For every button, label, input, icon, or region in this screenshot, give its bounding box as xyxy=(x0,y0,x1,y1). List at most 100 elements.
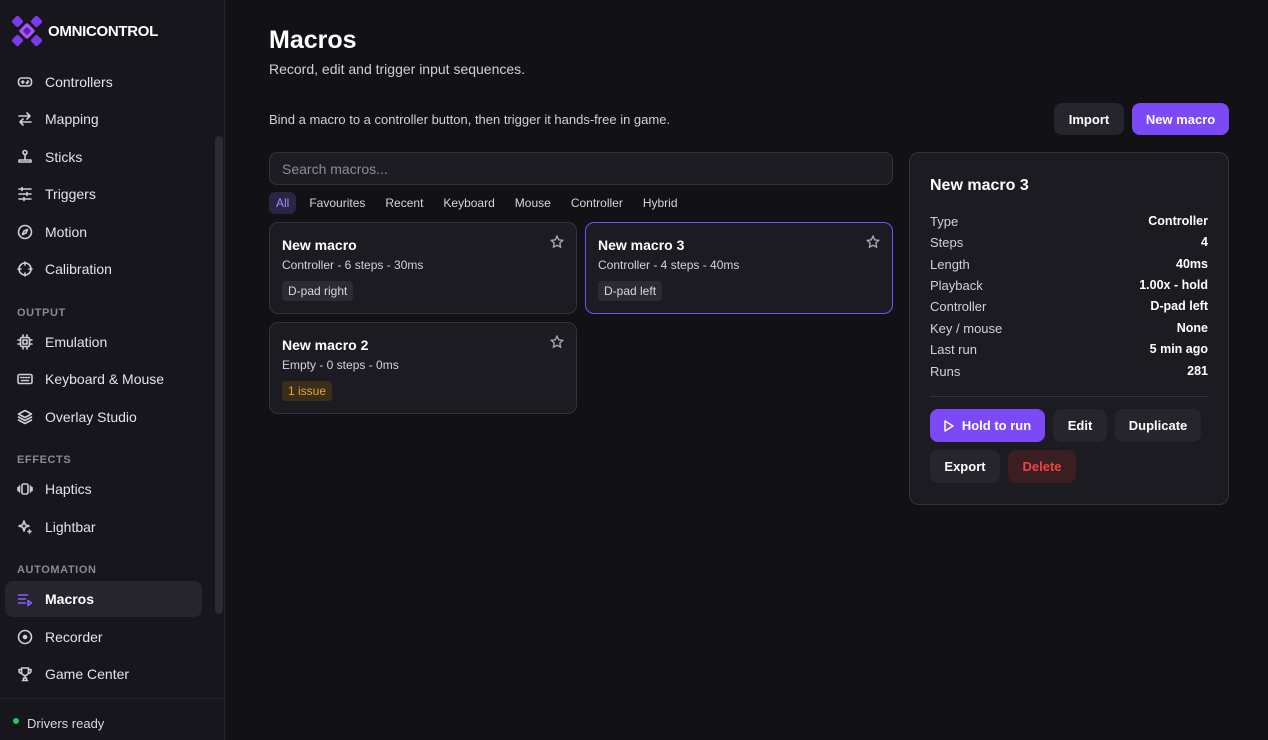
sidebar-item-label: Recorder xyxy=(45,629,103,645)
detail-value: 5 min ago xyxy=(1149,342,1208,356)
sidebar-item-label: Macros xyxy=(45,591,95,607)
sidebar-item-mapping[interactable]: Mapping xyxy=(5,101,202,137)
detail-row-length: Length 40ms xyxy=(930,257,1208,275)
section-automation-label: AUTOMATION xyxy=(17,564,97,576)
detail-key: Steps xyxy=(930,235,964,250)
gamepad-icon xyxy=(17,74,33,90)
sidebar-item-lightbar[interactable]: Lightbar xyxy=(5,509,202,545)
sidebar-item-label: Sticks xyxy=(45,149,83,165)
sparkle-icon xyxy=(17,519,33,535)
hold-to-run-button[interactable]: Hold to run xyxy=(930,409,1045,442)
detail-row-key-mouse: Key / mouse None xyxy=(930,321,1208,339)
sidebar: OMNICONTROL Controllers Mapping Sticks T… xyxy=(0,0,225,740)
detail-row-playback: Playback 1.00x - hold xyxy=(930,278,1208,296)
filter-tabs: All Favourites Recent Keyboard Mouse Con… xyxy=(269,192,691,214)
sidebar-item-label: Calibration xyxy=(45,261,112,277)
macro-card-meta: Controller - 4 steps - 40ms xyxy=(598,258,740,272)
detail-row-controller: Controller D-pad left xyxy=(930,299,1208,317)
detail-key: Last run xyxy=(930,342,977,357)
detail-key: Length xyxy=(930,257,970,272)
detail-key: Type xyxy=(930,214,959,229)
sidebar-item-haptics[interactable]: Haptics xyxy=(5,471,202,507)
star-icon[interactable] xyxy=(549,334,565,349)
new-macro-button[interactable]: New macro xyxy=(1132,103,1229,135)
delete-button[interactable]: Delete xyxy=(1008,450,1076,483)
detail-value: None xyxy=(1176,321,1208,335)
vibrate-icon xyxy=(17,481,33,497)
layers-icon xyxy=(17,409,33,425)
sidebar-footer: Drivers ready xyxy=(0,698,225,740)
sidebar-item-game-center[interactable]: Game Center xyxy=(5,656,202,692)
macro-card-meta: Empty - 0 steps - 0ms xyxy=(282,358,399,372)
macro-card[interactable]: New macro 2 Empty - 0 steps - 0ms 1 issu… xyxy=(269,322,577,414)
detail-title: New macro 3 xyxy=(930,177,1029,194)
macro-card-meta: Controller - 6 steps - 30ms xyxy=(282,258,424,272)
duplicate-button[interactable]: Duplicate xyxy=(1115,409,1201,442)
macro-card-issue-badge: 1 issue xyxy=(282,381,333,401)
filter-all[interactable]: All xyxy=(269,192,297,214)
filter-mouse[interactable]: Mouse xyxy=(508,192,558,214)
sidebar-item-label: Triggers xyxy=(45,186,96,202)
page-title: Macros xyxy=(269,26,357,54)
trophy-icon xyxy=(17,666,33,682)
sidebar-item-controllers[interactable]: Controllers xyxy=(5,64,202,100)
detail-value: 4 xyxy=(1201,235,1208,249)
detail-value: 40ms xyxy=(1176,257,1208,271)
omnicontrol-logo-icon xyxy=(12,16,42,46)
macro-card-binding-tag: D-pad left xyxy=(598,281,663,301)
sidebar-item-recorder[interactable]: Recorder xyxy=(5,619,202,655)
sidebar-item-label: Overlay Studio xyxy=(45,409,137,425)
detail-value: 1.00x - hold xyxy=(1139,278,1208,292)
macro-card[interactable]: New macro 3 Controller - 4 steps - 40ms … xyxy=(585,222,893,314)
filter-hybrid[interactable]: Hybrid xyxy=(636,192,685,214)
edit-button[interactable]: Edit xyxy=(1053,409,1107,442)
macro-card-title: New macro 2 xyxy=(282,337,369,353)
sidebar-item-label: Emulation xyxy=(45,334,108,350)
sidebar-item-calibration[interactable]: Calibration xyxy=(5,251,202,287)
app-logo[interactable]: OMNICONTROL xyxy=(12,16,158,46)
joystick-icon xyxy=(17,149,33,165)
status-dot-icon xyxy=(13,718,19,724)
detail-key: Runs xyxy=(930,364,961,379)
sidebar-item-overlay-studio[interactable]: Overlay Studio xyxy=(5,399,202,435)
sidebar-item-triggers[interactable]: Triggers xyxy=(5,176,202,212)
detail-divider xyxy=(930,396,1208,397)
page-hint: Bind a macro to a controller button, the… xyxy=(269,112,671,127)
sidebar-item-motion[interactable]: Motion xyxy=(5,214,202,250)
detail-key: Key / mouse xyxy=(930,321,1003,336)
play-icon xyxy=(944,419,954,432)
detail-row-last-run: Last run 5 min ago xyxy=(930,342,1208,360)
import-button[interactable]: Import xyxy=(1054,103,1124,135)
export-button[interactable]: Export xyxy=(930,450,1000,483)
detail-value: Controller xyxy=(1148,214,1208,228)
macro-list-icon xyxy=(17,591,33,607)
filter-favourites[interactable]: Favourites xyxy=(302,192,372,214)
sidebar-item-keyboard-mouse[interactable]: Keyboard & Mouse xyxy=(5,361,202,397)
filter-keyboard[interactable]: Keyboard xyxy=(436,192,501,214)
detail-row-steps: Steps 4 xyxy=(930,235,1208,253)
sliders-icon xyxy=(17,186,33,202)
macro-detail-panel: New macro 3 Type Controller Steps 4 Length… xyxy=(909,152,1229,505)
sidebar-nav: Controllers Mapping Sticks Triggers Moti… xyxy=(0,64,225,696)
section-output-label: OUTPUT xyxy=(17,307,66,319)
sidebar-item-sticks[interactable]: Sticks xyxy=(5,139,202,175)
detail-row-type: Type Controller xyxy=(930,214,1208,232)
section-effects-label: EFFECTS xyxy=(17,454,72,466)
swap-arrows-icon xyxy=(17,111,33,127)
star-icon[interactable] xyxy=(865,234,881,249)
record-icon xyxy=(17,629,33,645)
crosshair-icon xyxy=(17,261,33,277)
sidebar-item-macros[interactable]: Macros xyxy=(5,581,202,617)
sidebar-item-emulation[interactable]: Emulation xyxy=(5,324,202,360)
macro-card-title: New macro xyxy=(282,237,357,253)
filter-recent[interactable]: Recent xyxy=(378,192,430,214)
sidebar-item-label: Keyboard & Mouse xyxy=(45,371,165,387)
star-icon[interactable] xyxy=(549,234,565,249)
filter-controller[interactable]: Controller xyxy=(564,192,630,214)
app-name-bold: OMNI xyxy=(48,22,86,40)
macro-card[interactable]: New macro Controller - 6 steps - 30ms D-… xyxy=(269,222,577,314)
detail-key: Controller xyxy=(930,299,987,314)
search-input[interactable] xyxy=(269,152,893,185)
macro-card-binding-tag: D-pad right xyxy=(282,281,354,301)
sidebar-scrollbar[interactable] xyxy=(215,136,223,614)
